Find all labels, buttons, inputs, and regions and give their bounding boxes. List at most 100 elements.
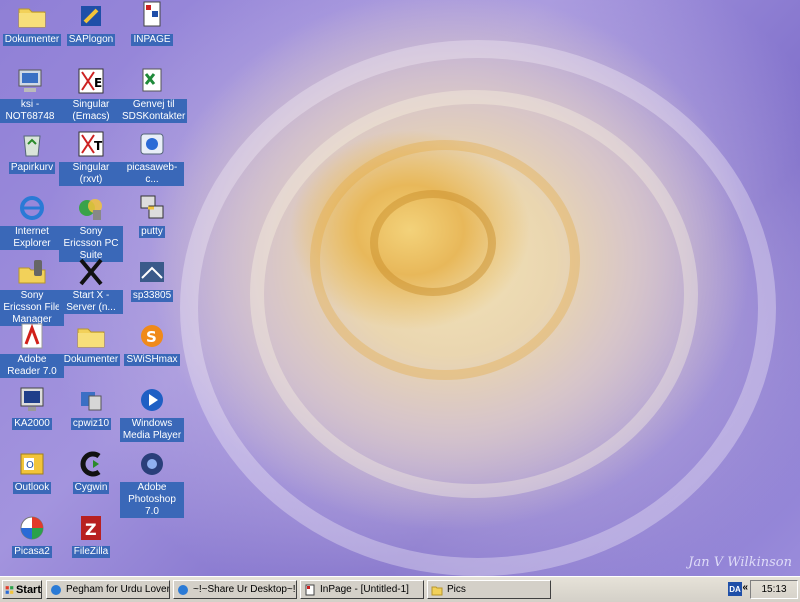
desktop-icon-dokumenter-2[interactable]: Dokumenter <box>59 320 123 366</box>
desktop-icon-saplogon[interactable]: SAPlogon <box>59 0 123 46</box>
inpage-window-icon <box>305 584 315 595</box>
desktop-background: Dokumenter ksi - NOT68748 Papirkurv Inte… <box>0 0 800 576</box>
desktop-icon-label: picasaweb-c... <box>120 162 184 186</box>
pc-suite-icon <box>79 199 102 220</box>
taskbar: Start Pegham for Urdu Lovers ... ~!~Shar… <box>0 576 800 602</box>
browser-window-icon <box>51 584 61 595</box>
desktop-icon-label: Internet Explorer <box>0 226 64 250</box>
desktop-icon-label: Papirkurv <box>8 162 56 174</box>
singular-rxvt-icon: T <box>78 131 104 157</box>
desktop-icon-label: cpwiz10 <box>70 418 112 430</box>
desktop-icon-swishmax[interactable]: S SWiSHmax <box>120 320 184 366</box>
desktop-icon-label: Dokumenter <box>61 354 121 366</box>
svg-text:T: T <box>94 139 103 153</box>
desktop-icon-label: INPAGE <box>131 34 173 46</box>
browser-window-icon <box>178 584 188 595</box>
desktop-icon-cpwiz10[interactable]: cpwiz10 <box>59 384 123 430</box>
ie-icon <box>20 196 44 220</box>
desktop-icon-papirkurv[interactable]: Papirkurv <box>0 128 64 174</box>
desktop-icon-label: Genvej til SDSKontakter <box>120 99 188 123</box>
taskbar-button-inpage[interactable]: InPage - [Untitled-1] <box>300 580 424 599</box>
desktop-icon-label: putty <box>139 226 165 238</box>
desktop-icon-sp33805[interactable]: sp33805 <box>120 256 184 302</box>
desktop-icon-dokumenter[interactable]: Dokumenter <box>0 0 64 46</box>
svg-text:O: O <box>26 460 34 471</box>
desktop-icon-picasaweb[interactable]: picasaweb-c... <box>120 128 184 186</box>
taskbar-button-pics[interactable]: Pics <box>427 580 551 599</box>
desktop-icon-putty[interactable]: putty <box>120 192 184 238</box>
monitor-icon <box>20 387 44 411</box>
desktop-icon-ksi-not68748[interactable]: ksi - NOT68748 <box>0 65 62 123</box>
desktop-icon-filezilla[interactable]: Z FileZilla <box>59 512 123 558</box>
start-label: Start <box>15 583 41 596</box>
desktop-icon-inpage[interactable]: INPAGE <box>120 0 184 46</box>
desktop-icon-label: Singular (Emacs) <box>59 99 123 123</box>
desktop-icon-pc-suite[interactable]: Sony Ericsson PC Suite <box>59 192 123 262</box>
task-label: ~!~Share Ur Desktop~!... <box>193 584 297 595</box>
desktop-icon-label: sp33805 <box>130 290 174 302</box>
desktop-icon-label: Picasa2 <box>12 546 52 558</box>
desktop-icon-label: Dokumenter <box>2 34 62 46</box>
desktop-icon-label: Windows Media Player <box>120 418 184 442</box>
desktop-icon-internet-explorer[interactable]: Internet Explorer <box>0 192 64 250</box>
desktop-icon-picasa2[interactable]: Picasa2 <box>0 512 64 558</box>
svg-text:Z: Z <box>85 520 97 539</box>
desktop-icon-cygwin[interactable]: Cygwin <box>59 448 123 494</box>
installer-icon <box>140 262 164 282</box>
taskbar-button-pegham[interactable]: Pegham for Urdu Lovers ... <box>46 580 170 599</box>
x-server-icon <box>79 258 103 286</box>
desktop-icon-windows-media-player[interactable]: Windows Media Player <box>120 384 184 442</box>
task-label: InPage - [Untitled-1] <box>320 584 409 595</box>
desktop-icon-label: Start X - Server (n... <box>59 290 123 314</box>
svg-text:S: S <box>146 328 157 346</box>
desktop-icon-label: Cygwin <box>72 482 110 494</box>
task-label: Pics <box>447 584 466 595</box>
desktop-icon-label: Singular (rxvt) <box>59 162 123 186</box>
system-tray-clock[interactable]: 15:13 <box>750 580 798 599</box>
desktop-icon-label: ksi - NOT68748 <box>0 99 62 123</box>
windows-logo-icon <box>5 585 14 594</box>
outlook-icon: O <box>20 453 44 475</box>
sap-icon <box>81 6 101 26</box>
media-player-icon <box>141 389 163 411</box>
desktop-icon-label: FileZilla <box>71 546 111 558</box>
folder-icon <box>77 328 105 348</box>
filezilla-icon: Z <box>81 516 101 540</box>
excel-shortcut-icon <box>142 68 162 92</box>
desktop-icon-label: Adobe Photoshop 7.0 <box>120 482 184 518</box>
file-manager-icon <box>18 260 46 284</box>
recycle-bin-icon <box>23 135 41 157</box>
language-indicator[interactable]: DA <box>728 582 742 596</box>
swishmax-icon: S <box>141 325 163 347</box>
inpage-icon <box>143 1 161 27</box>
singular-emacs-icon: E <box>78 68 104 94</box>
desktop-icon-adobe-photoshop[interactable]: Adobe Photoshop 7.0 <box>120 448 184 518</box>
adobe-reader-icon <box>21 323 43 349</box>
cygwin-icon <box>80 451 101 477</box>
picasa-icon <box>20 516 44 540</box>
folder-icon <box>431 586 443 595</box>
desktop-icon-label: Adobe Reader 7.0 <box>0 354 64 378</box>
desktop-icon-adobe-reader[interactable]: Adobe Reader 7.0 <box>0 320 64 378</box>
desktop-icon-genvej-sdskontakter[interactable]: Genvej til SDSKontakter <box>120 65 188 123</box>
putty-icon <box>140 195 164 219</box>
desktop-icon-label: KA2000 <box>12 418 52 430</box>
desktop-icon-se-file-manager[interactable]: Sony Ericsson File Manager <box>0 256 64 326</box>
wallpaper-signature: Jan V Wilkinson <box>688 555 792 570</box>
desktop-icon-start-x-server[interactable]: Start X - Server (n... <box>59 256 123 314</box>
tray-expand-chevron[interactable]: « <box>742 582 748 593</box>
desktop-icon-outlook[interactable]: O Outlook <box>0 448 64 494</box>
task-label: Pegham for Urdu Lovers ... <box>66 584 170 595</box>
taskbar-button-share-desktop[interactable]: ~!~Share Ur Desktop~!... <box>173 580 297 599</box>
desktop-icon-ka2000[interactable]: KA2000 <box>0 384 64 430</box>
clock-time: 15:13 <box>761 584 787 595</box>
picasaweb-icon <box>140 133 164 155</box>
wizard-icon <box>81 392 102 411</box>
folder-icon <box>18 8 46 28</box>
desktop-icon-singular-emacs[interactable]: E Singular (Emacs) <box>59 65 123 123</box>
desktop-icon-label: Outlook <box>12 482 52 494</box>
start-button[interactable]: Start <box>2 580 42 599</box>
computer-icon <box>18 69 42 92</box>
svg-text:E: E <box>94 76 102 90</box>
desktop-icon-singular-rxvt[interactable]: T Singular (rxvt) <box>59 128 123 186</box>
